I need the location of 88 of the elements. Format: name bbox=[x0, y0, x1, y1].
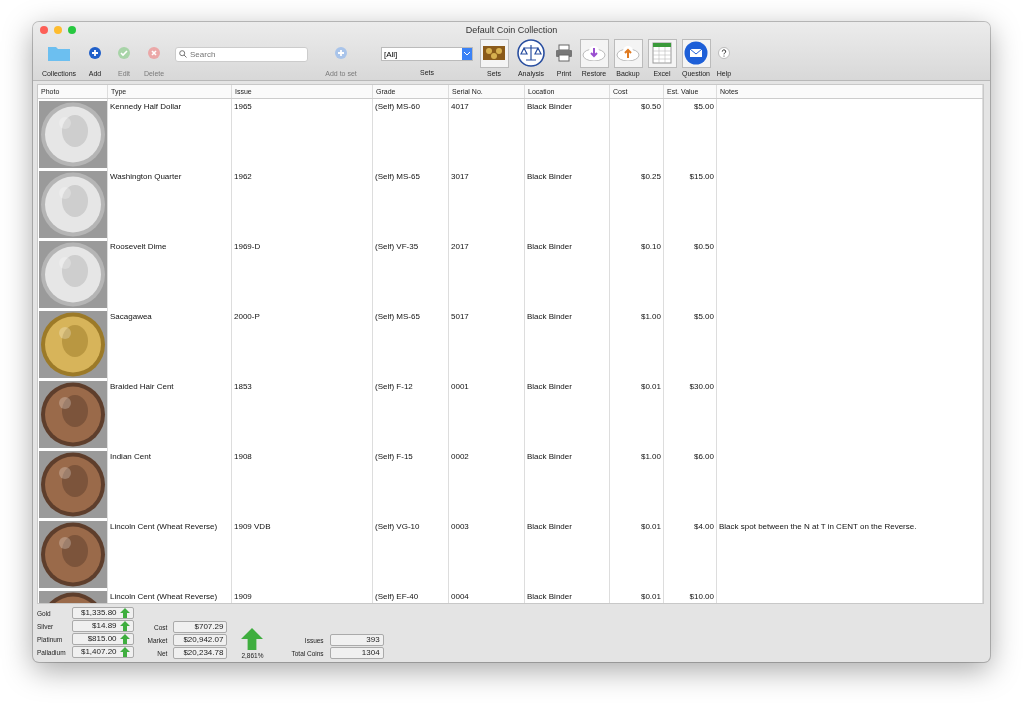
minimize-window-button[interactable] bbox=[54, 26, 62, 34]
total-value: $20,234.78 bbox=[173, 647, 228, 659]
table-cell: $5.00 bbox=[664, 309, 717, 380]
plus-icon bbox=[89, 47, 101, 59]
table-cell: 1962 bbox=[232, 169, 373, 240]
metal-price: $815.00 bbox=[87, 634, 117, 644]
table-cell: Sacagawea bbox=[108, 309, 232, 380]
total-value: $20,942.07 bbox=[173, 634, 228, 646]
table-cell: 1969-D bbox=[232, 239, 373, 310]
table-cell: Black Binder bbox=[525, 239, 610, 310]
table-cell: $6.00 bbox=[664, 449, 717, 520]
table-cell: (Self) F-12 bbox=[373, 379, 449, 450]
metal-price: $1,407.20 bbox=[80, 647, 117, 657]
table-cell: $0.50 bbox=[664, 239, 717, 310]
table-cell: $0.50 bbox=[610, 99, 664, 170]
cloud-upload-icon bbox=[613, 38, 643, 68]
window-title: Default Coin Collection bbox=[465, 24, 558, 35]
table-cell: $1.00 bbox=[610, 309, 664, 380]
close-window-button[interactable] bbox=[40, 26, 48, 34]
table-cell: Black Binder bbox=[525, 309, 610, 380]
table-cell: (Self) MS-65 bbox=[373, 169, 449, 240]
close-icon bbox=[148, 47, 160, 59]
up-arrow-icon bbox=[119, 608, 130, 618]
table-cell: 3017 bbox=[449, 169, 525, 240]
table-cell: $15.00 bbox=[664, 169, 717, 240]
table-cell: 1908 bbox=[232, 449, 373, 520]
caret-icon bbox=[464, 52, 470, 56]
zoom-window-button[interactable] bbox=[68, 26, 76, 34]
up-arrow-icon bbox=[119, 647, 130, 657]
coins-icon bbox=[479, 38, 509, 68]
up-arrow-icon bbox=[119, 634, 130, 644]
table-cell: $1.00 bbox=[610, 449, 664, 520]
table-cell: Indian Cent bbox=[108, 449, 232, 520]
printer-icon bbox=[555, 44, 573, 62]
table-cell: 2000-P bbox=[232, 309, 373, 380]
search-field[interactable]: Search bbox=[175, 47, 308, 62]
table-cell: 2017 bbox=[449, 239, 525, 310]
metal-price: $14.89 bbox=[92, 621, 117, 631]
table-cell: (Self) MS-65 bbox=[373, 309, 449, 380]
metal-price: $1,335.80 bbox=[80, 608, 117, 618]
table-cell: 0001 bbox=[449, 379, 525, 450]
table-cell: Black Binder bbox=[525, 519, 610, 590]
table-cell: 0003 bbox=[449, 519, 525, 590]
table-cell: Black Binder bbox=[525, 589, 610, 603]
count-value: 1304 bbox=[329, 647, 384, 659]
table-cell: Black spot between the N at T in CENT on the Reverse. bbox=[717, 519, 983, 590]
table-cell: 1965 bbox=[232, 99, 373, 170]
table-cell: Black Binder bbox=[525, 449, 610, 520]
scales-icon bbox=[517, 39, 545, 67]
table-cell: Black Binder bbox=[525, 379, 610, 450]
mail-icon bbox=[681, 38, 711, 68]
table-cell: (Self) F-15 bbox=[373, 449, 449, 520]
table-cell: $30.00 bbox=[664, 379, 717, 450]
table-cell: 1909 VDB bbox=[232, 519, 373, 590]
table-cell: Kennedy Half Dollar bbox=[108, 99, 232, 170]
table-cell: 1853 bbox=[232, 379, 373, 450]
plus-icon bbox=[335, 47, 347, 59]
table-cell: $0.10 bbox=[610, 239, 664, 310]
table-cell: Lincoln Cent (Wheat Reverse) bbox=[108, 519, 232, 590]
table-cell: 5017 bbox=[449, 309, 525, 380]
up-arrow-icon bbox=[119, 621, 130, 631]
table-cell: $0.01 bbox=[610, 379, 664, 450]
table-cell: (Self) MS-60 bbox=[373, 99, 449, 170]
table-cell: 0002 bbox=[449, 449, 525, 520]
table-cell: 0004 bbox=[449, 589, 525, 603]
total-value: $707.29 bbox=[173, 621, 228, 633]
table-cell: 4017 bbox=[449, 99, 525, 170]
table-cell: $10.00 bbox=[664, 589, 717, 603]
table-cell: Black Binder bbox=[525, 169, 610, 240]
table-cell: $0.25 bbox=[610, 169, 664, 240]
table-cell: Black Binder bbox=[525, 99, 610, 170]
check-icon bbox=[118, 47, 130, 59]
sets-dropdown[interactable]: [All] bbox=[381, 47, 473, 61]
up-arrow-icon bbox=[241, 628, 264, 650]
help-icon bbox=[718, 47, 730, 59]
table-cell: Washington Quarter bbox=[108, 169, 232, 240]
table-cell: $5.00 bbox=[664, 99, 717, 170]
spreadsheet-icon bbox=[647, 38, 677, 68]
table-cell: $0.01 bbox=[610, 519, 664, 590]
table-cell: Braided Hair Cent bbox=[108, 379, 232, 450]
table-cell: (Self) VG-10 bbox=[373, 519, 449, 590]
cloud-download-icon bbox=[579, 38, 609, 68]
folder-icon bbox=[48, 45, 70, 61]
count-value: 393 bbox=[329, 634, 384, 646]
table-cell: Roosevelt Dime bbox=[108, 239, 232, 310]
table-cell: $4.00 bbox=[664, 519, 717, 590]
table-cell: (Self) VF-35 bbox=[373, 239, 449, 310]
table-cell: $0.01 bbox=[610, 589, 664, 603]
